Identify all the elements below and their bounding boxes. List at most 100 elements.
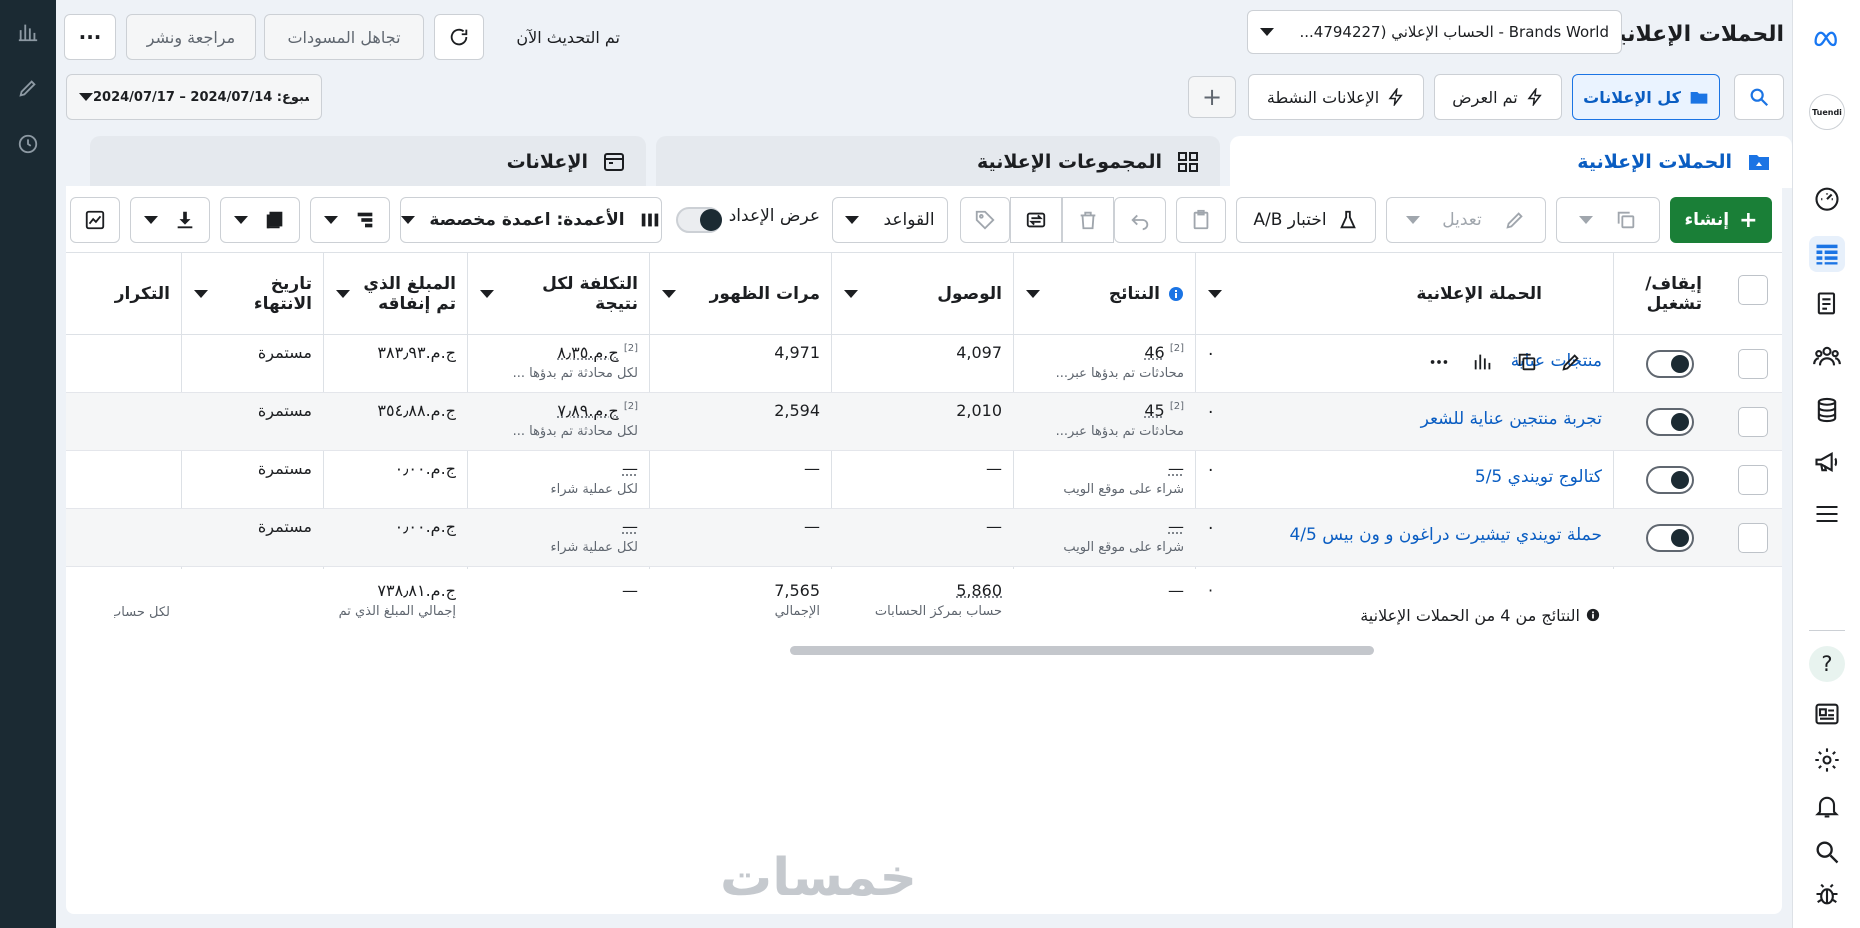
spent-value: ج.م.٣٥٤٫٨٨: [377, 401, 456, 420]
database-icon[interactable]: [1809, 392, 1845, 428]
meta-logo-icon[interactable]: [1809, 20, 1845, 56]
chart-button[interactable]: [70, 197, 120, 243]
search-icon[interactable]: [1809, 834, 1845, 870]
table-row[interactable]: حملة تويندي تيشيرت دراغون و ون بيس 4/5 · …: [66, 509, 1782, 567]
download-icon: [177, 211, 193, 229]
row-toggle[interactable]: [1646, 466, 1694, 494]
undo-button[interactable]: [1114, 197, 1166, 243]
chart-icon[interactable]: [1472, 351, 1494, 373]
campaign-name-link[interactable]: تجربة منتجين عناية للشعر: [1421, 409, 1602, 451]
pencil-icon[interactable]: [1560, 351, 1582, 373]
tag-button[interactable]: [960, 197, 1010, 243]
results-footnote: [2]: [1169, 401, 1184, 412]
totals-impressions: 7,565: [774, 581, 820, 600]
row-toggle[interactable]: [1646, 524, 1694, 552]
tuendi-logo[interactable]: Tuendi: [1809, 94, 1845, 130]
cpr-sub: لكل عملية شراء: [550, 482, 638, 497]
header-campaign[interactable]: الحملة الإعلانية: [1196, 253, 1614, 335]
duplicate-icon[interactable]: [1516, 351, 1538, 373]
people-icon[interactable]: [1809, 338, 1845, 374]
horizontal-scrollbar[interactable]: [790, 646, 1374, 655]
header-toggle[interactable]: إيقاف/ تشغيل: [1614, 253, 1714, 335]
row-checkbox[interactable]: [1738, 407, 1768, 437]
header-amount-spent[interactable]: المبلغ الذي تم إنفاقه: [324, 253, 468, 335]
review-publish-button[interactable]: مراجعة ونشر: [126, 14, 256, 60]
flask-icon: [1339, 210, 1356, 229]
search-button[interactable]: [1734, 74, 1784, 120]
row-checkbox[interactable]: [1738, 465, 1768, 495]
row-checkbox[interactable]: [1738, 349, 1768, 379]
header-frequency[interactable]: التكرار: [102, 253, 182, 335]
select-all-checkbox[interactable]: [1738, 275, 1768, 305]
add-filter-icon[interactable]: +: [1188, 76, 1236, 118]
tab-campaigns[interactable]: الحملات الإعلانية: [1230, 136, 1792, 188]
campaign-name-link[interactable]: كتالوج تويندي 5/5: [1475, 467, 1602, 509]
account-selector[interactable]: Brands World - الحساب الإعلاني (4794227.…: [1247, 10, 1622, 54]
results-value: 46: [1144, 343, 1165, 362]
megaphone-icon[interactable]: [1809, 444, 1845, 480]
breakdown-dropdown[interactable]: [310, 197, 390, 243]
filter-delivered[interactable]: تم العرض: [1434, 74, 1562, 120]
reports-dropdown[interactable]: [220, 197, 300, 243]
header-cost-per-result[interactable]: التكلفة لكل نتيجة: [468, 253, 650, 335]
reports-icon: [266, 211, 283, 229]
more-icon[interactable]: ···: [64, 14, 116, 60]
campaign-name-link[interactable]: حملة تويندي تيشيرت دراغون و ون بيس 4/5: [1289, 525, 1602, 567]
more-icon[interactable]: [1428, 351, 1450, 373]
bug-icon[interactable]: [1809, 876, 1845, 912]
reach-value: 2,010: [956, 401, 1002, 420]
columns-dropdown[interactable]: الأعمدة: اعمدة مخصصة: [400, 197, 662, 243]
header-impressions[interactable]: مرات الظهور: [650, 253, 832, 335]
create-button[interactable]: + إنشاء: [1670, 197, 1772, 243]
header-reach[interactable]: الوصول: [832, 253, 1014, 335]
duplicate-button[interactable]: [1556, 197, 1660, 243]
chart-icon[interactable]: [16, 20, 40, 44]
row-toggle[interactable]: [1646, 350, 1694, 378]
header-end-date[interactable]: تاريخ الانتهاء: [182, 253, 324, 335]
settings-icon[interactable]: [1809, 742, 1845, 778]
setup-view-toggle[interactable]: [676, 207, 722, 233]
pencil-icon[interactable]: [16, 76, 40, 100]
table-toolbar: + إنشاء تعديل اختبار A/B القواعد عرض الإ…: [66, 186, 1782, 252]
duplicate-icon: [1617, 211, 1635, 229]
menu-icon[interactable]: [1809, 496, 1845, 532]
svg-text:?: ?: [1821, 652, 1832, 676]
rules-button[interactable]: القواعد: [832, 197, 948, 243]
header-results[interactable]: النتائج: [1014, 253, 1196, 335]
totals-results: —: [1168, 581, 1184, 600]
trash-icon: [1080, 211, 1096, 230]
row-toggle[interactable]: [1646, 408, 1694, 436]
account-name: Brands World - الحساب الإعلاني (4794227.…: [1299, 23, 1609, 41]
header: الحملات الإعلانية Brands World - الحساب …: [56, 0, 1792, 140]
results-footnote: [2]: [1169, 343, 1184, 354]
filter-active-ads[interactable]: الإعلانات النشطة: [1248, 74, 1424, 120]
search-icon: [1750, 88, 1769, 107]
delete-button[interactable]: [1062, 197, 1114, 243]
refresh-button[interactable]: [434, 14, 484, 60]
ab-test-button[interactable]: اختبار A/B: [1236, 197, 1376, 243]
filter-all-ads[interactable]: كل الإعلانات: [1572, 74, 1720, 120]
row-checkbox[interactable]: [1738, 523, 1768, 553]
discard-drafts-button[interactable]: تجاهل المسودات: [264, 14, 424, 60]
tab-ad-sets[interactable]: المجموعات الإعلانية: [656, 136, 1220, 188]
date-range-picker[interactable]: هذا الأسبوع: 2024/07/14 – 2024/07/17: [66, 74, 322, 120]
edit-button[interactable]: تعديل: [1386, 197, 1546, 243]
pages-icon[interactable]: [1809, 286, 1845, 322]
updated-status: تم التحديث الآن: [516, 28, 620, 47]
results-value: —: [1168, 459, 1184, 478]
clock-icon[interactable]: [16, 132, 40, 156]
table-icon[interactable]: [1809, 236, 1845, 272]
clipboard-button[interactable]: [1176, 197, 1226, 243]
download-dropdown[interactable]: [130, 197, 210, 243]
table-row[interactable]: منتجات عناية · [2] 46 محادثات تم بدؤها عبر.…: [66, 335, 1782, 393]
tab-ads[interactable]: الإعلانات: [90, 136, 646, 188]
table-row[interactable]: تجربة منتجين عناية للشعر · [2] 45 محادثات ت…: [66, 393, 1782, 451]
table-row[interactable]: كتالوج تويندي 5/5 · — شراء على موقع الويب —…: [66, 451, 1782, 509]
dashboard-icon[interactable]: [1809, 180, 1845, 216]
totals-frequency-sub: لكل حساب: [114, 605, 170, 620]
chevron-down-icon: [1406, 216, 1421, 224]
bell-icon[interactable]: [1809, 788, 1845, 824]
export-button[interactable]: [1010, 197, 1062, 243]
help-icon[interactable]: ?: [1809, 646, 1845, 682]
news-icon[interactable]: [1809, 696, 1845, 732]
